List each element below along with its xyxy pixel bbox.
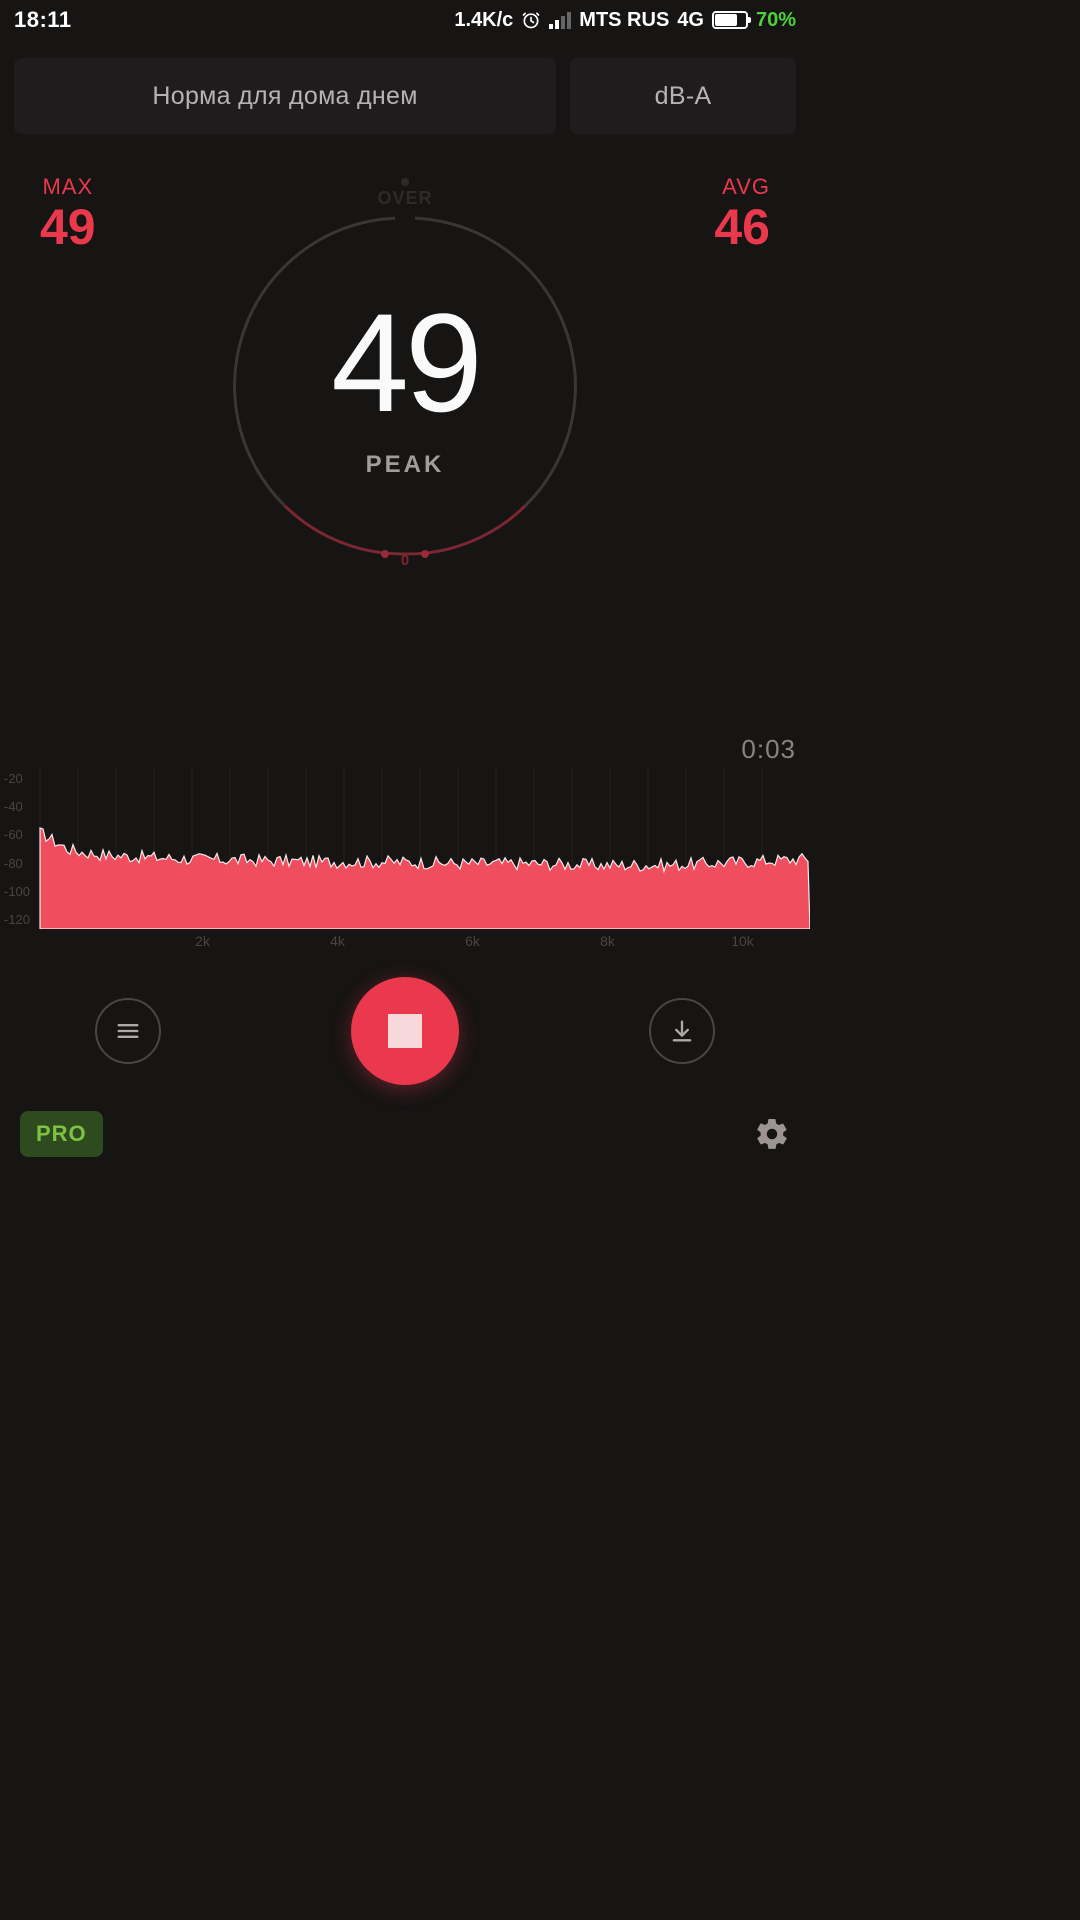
stat-avg: AVG 46 (714, 174, 770, 252)
download-icon (668, 1017, 696, 1045)
status-bar: 18:11 1.4K/c MTS RUS 4G 70% (0, 0, 810, 40)
dial: OVER 49 PEAK 0 (225, 206, 585, 566)
stat-max-value: 49 (40, 202, 96, 252)
footer: PRO (0, 1097, 810, 1173)
alarm-icon (521, 10, 541, 30)
signal-icon (549, 11, 571, 29)
status-net: 4G (677, 9, 704, 32)
menu-button[interactable] (95, 998, 161, 1064)
stat-max-label: MAX (40, 174, 96, 200)
x-axis-ticks: . 2k 4k 6k 8k 10k (0, 929, 810, 949)
meter-area: MAX 49 AVG 46 OVER 49 PEAK 0 (0, 134, 810, 714)
status-speed: 1.4K/c (454, 9, 513, 32)
controls-row (0, 949, 810, 1097)
status-carrier: MTS RUS (579, 9, 669, 32)
weighting-select-button[interactable]: dB-A (570, 58, 796, 134)
settings-button[interactable] (754, 1116, 790, 1152)
stat-max: MAX 49 (40, 174, 96, 252)
menu-icon (114, 1017, 142, 1045)
status-time: 18:11 (14, 7, 72, 33)
save-button[interactable] (649, 998, 715, 1064)
spectrum-svg (0, 769, 810, 929)
dial-zero-label: 0 (401, 552, 409, 569)
status-right: 1.4K/c MTS RUS 4G 70% (454, 9, 796, 32)
stop-button[interactable] (351, 977, 459, 1085)
pro-badge-button[interactable]: PRO (20, 1111, 103, 1157)
elapsed-time: 0:03 (0, 734, 810, 769)
battery-icon (712, 11, 748, 29)
stop-icon (388, 1014, 422, 1048)
dial-sub-label: PEAK (366, 451, 445, 479)
spectrum-section: 0:03 -20 -40 -60 -80 -100 -120 . 2k 4k 6… (0, 714, 810, 949)
spectrum-chart: -20 -40 -60 -80 -100 -120 (0, 769, 810, 929)
dial-value: 49 (331, 293, 479, 433)
status-battery-pct: 70% (756, 9, 796, 32)
y-axis-ticks: -20 -40 -60 -80 -100 -120 (4, 769, 30, 929)
stat-avg-label: AVG (714, 174, 770, 200)
dial-center: 49 PEAK (225, 206, 585, 566)
top-buttons: Норма для дома днем dB-A (0, 40, 810, 134)
dial-top-dot-icon (401, 178, 409, 186)
mode-select-button[interactable]: Норма для дома днем (14, 58, 556, 134)
stat-avg-value: 46 (714, 202, 770, 252)
